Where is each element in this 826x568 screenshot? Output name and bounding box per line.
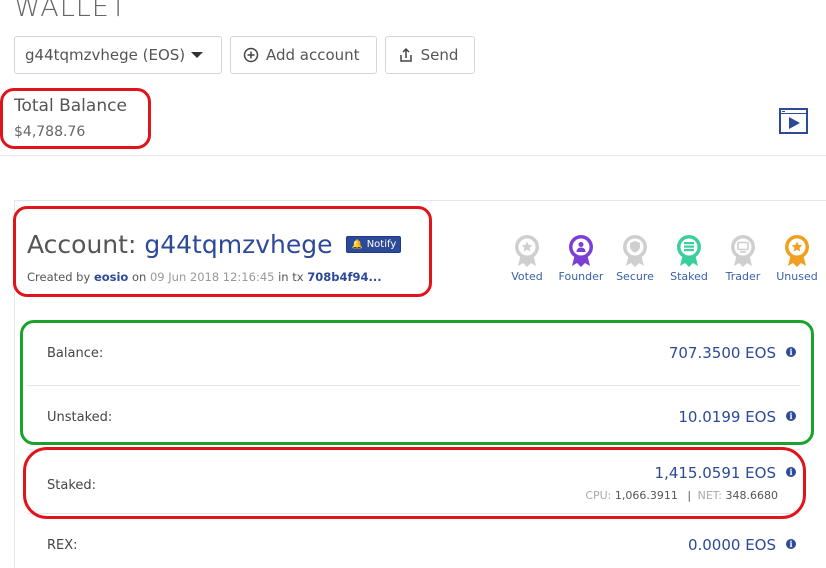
info-icon[interactable]: i <box>786 347 796 357</box>
video-play-icon[interactable] <box>779 108 808 134</box>
badge-label: Founder <box>558 270 604 283</box>
send-button[interactable]: Send <box>384 36 476 74</box>
trader-badge-icon <box>731 235 755 267</box>
badge-staked[interactable]: Staked <box>662 234 716 283</box>
total-balance: Total Balance $4,788.76 <box>14 96 127 140</box>
send-icon <box>398 47 414 63</box>
created-date: 09 Jun 2018 12:16:45 <box>149 270 275 284</box>
cpu-label: CPU: <box>585 489 612 502</box>
notify-label: Notify <box>366 239 397 250</box>
send-label: Send <box>420 46 459 64</box>
net-value: 348.6680 <box>725 489 779 502</box>
account-title-prefix: Account: <box>27 230 137 259</box>
badge-label: Staked <box>670 270 708 283</box>
staked-badge-icon <box>677 235 701 267</box>
row-label: Staked: <box>47 478 97 493</box>
rex-row: REX: 0.0000 EOS i <box>27 514 800 568</box>
page-title: WALLET <box>14 0 128 23</box>
badge-label: Trader <box>725 270 761 283</box>
created-prefix: Created by <box>27 270 91 284</box>
row-value: 10.0199 EOS <box>678 408 776 426</box>
separator: | <box>687 489 692 502</box>
creator-link[interactable]: eosio <box>94 270 128 284</box>
voted-badge-icon <box>515 235 539 267</box>
balance-rows: Balance: 707.3500 EOS i Unstaked: 10.019… <box>27 322 800 568</box>
divider <box>0 155 826 156</box>
unstaked-row: Unstaked: 10.0199 EOS i <box>27 386 800 450</box>
balance-row: Balance: 707.3500 EOS i <box>27 322 800 386</box>
cpu-value: 1,066.3911 <box>614 489 678 502</box>
tx-hash-link[interactable]: 708b4f94... <box>307 270 381 284</box>
row-value: 1,415.0591 EOS <box>654 464 776 482</box>
row-value: 707.3500 EOS <box>668 344 776 362</box>
info-icon[interactable]: i <box>786 539 796 549</box>
account-name[interactable]: g44tqmzvhege <box>144 230 332 259</box>
row-label: Balance: <box>47 346 104 361</box>
add-account-label: Add account <box>266 46 360 64</box>
badge-unused[interactable]: Unused <box>770 234 824 283</box>
account-select-value: g44tqmzvhege (EOS) <box>25 46 186 64</box>
tx-word: in tx <box>278 270 304 284</box>
info-icon[interactable]: i <box>786 467 796 477</box>
net-label: NET: <box>697 489 722 502</box>
staked-breakdown: CPU: 1,066.3911 | NET: 348.6680 <box>585 489 778 502</box>
add-account-button[interactable]: Add account <box>230 36 377 74</box>
plus-circle-icon <box>243 47 259 63</box>
badge-label: Secure <box>616 270 654 283</box>
row-label: Unstaked: <box>47 410 113 425</box>
account-created-info: Created by eosio on 09 Jun 2018 12:16:45… <box>27 270 382 284</box>
badge-label: Voted <box>511 270 543 283</box>
bell-icon: 🔔 <box>351 239 363 250</box>
badge-founder[interactable]: Founder <box>554 234 608 283</box>
info-icon[interactable]: i <box>786 411 796 421</box>
badge-trader[interactable]: Trader <box>716 234 770 283</box>
badge-voted[interactable]: Voted <box>500 234 554 283</box>
founder-badge-icon <box>569 235 593 267</box>
account-select[interactable]: g44tqmzvhege (EOS) <box>14 36 222 74</box>
unused-badge-icon <box>785 235 809 267</box>
caret-down-icon <box>191 52 204 58</box>
total-balance-label: Total Balance <box>14 96 127 116</box>
notify-button[interactable]: 🔔 Notify <box>346 236 402 253</box>
secure-badge-icon <box>623 235 647 267</box>
toolbar: g44tqmzvhege (EOS) Add account Send <box>14 36 476 74</box>
badge-label: Unused <box>776 270 818 283</box>
badges: Voted Founder Secure Staked Trader Unuse… <box>500 234 824 283</box>
row-label: REX: <box>47 538 78 553</box>
on-word: on <box>131 270 147 284</box>
account-title: Account: g44tqmzvhege 🔔 Notify <box>27 230 402 259</box>
total-balance-value: $4,788.76 <box>14 124 86 140</box>
badge-secure[interactable]: Secure <box>608 234 662 283</box>
row-value: 0.0000 EOS <box>687 536 776 554</box>
staked-row: Staked: 1,415.0591 EOS i CPU: 1,066.3911… <box>27 450 800 514</box>
